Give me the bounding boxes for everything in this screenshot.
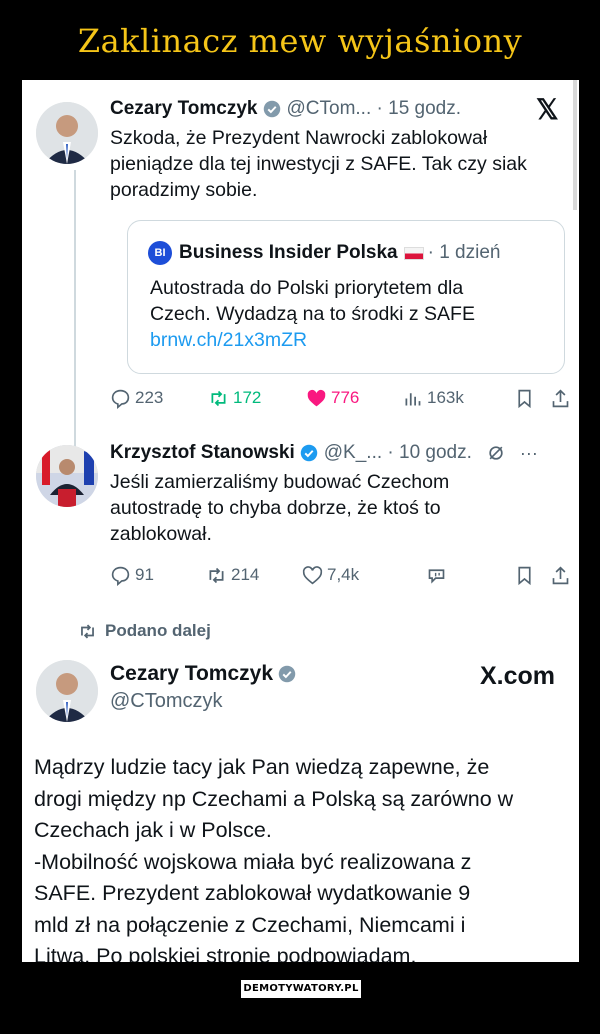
tweet-actions: 91 214 7,4k bbox=[110, 560, 570, 590]
bookmark-icon bbox=[518, 566, 531, 585]
more-options-icon[interactable]: ··· bbox=[520, 443, 538, 464]
views-icon bbox=[405, 392, 421, 405]
like-button[interactable]: 776 bbox=[306, 383, 359, 413]
share-button[interactable] bbox=[550, 383, 571, 413]
quote-text: Autostrada do Polski priorytetem dla Cze… bbox=[150, 277, 475, 353]
bookmark-button[interactable] bbox=[514, 560, 535, 590]
page-title: Zaklinacz mew wyjaśniony bbox=[77, 22, 523, 60]
quote-link[interactable]: brnw.ch/21x3mZR bbox=[150, 327, 475, 353]
reply-icon bbox=[111, 389, 130, 409]
avatar[interactable] bbox=[36, 445, 98, 507]
quoted-tweet[interactable]: BI Business Insider Polska · 1 dzień Aut… bbox=[127, 220, 565, 374]
x-com-logo: X.com bbox=[479, 662, 555, 690]
tweet-body: Mądrzy ludzie tacy jak Pan wiedzą zapewn… bbox=[34, 755, 514, 962]
quote-age: · 1 dzień bbox=[427, 242, 501, 263]
tweet-header: Cezary Tomczyk @CTom... · 15 godz. bbox=[110, 98, 461, 120]
heart-icon bbox=[302, 565, 323, 584]
share-icon bbox=[552, 565, 569, 584]
verified-badge-icon bbox=[278, 665, 296, 683]
heart-filled-icon bbox=[307, 389, 326, 406]
share-button[interactable] bbox=[550, 560, 571, 590]
tweet-header: Krzysztof Stanowski @K_... · 10 godz. ··… bbox=[110, 442, 538, 464]
author-name[interactable]: Cezary Tomczyk bbox=[110, 98, 258, 120]
watermark: DEMOTYWATORY.PL bbox=[241, 980, 361, 998]
x-logo-icon: 𝕏 bbox=[536, 94, 559, 125]
repost-icon bbox=[209, 567, 224, 583]
verified-badge-icon bbox=[300, 444, 318, 462]
business-insider-logo-icon: BI bbox=[148, 241, 172, 265]
author-handle[interactable]: @K_... · 10 godz. bbox=[324, 442, 472, 464]
like-button[interactable]: 7,4k bbox=[302, 560, 359, 590]
share-icon bbox=[552, 388, 569, 407]
author-handle[interactable]: @CTomczyk bbox=[110, 690, 223, 713]
verified-badge-icon bbox=[263, 100, 280, 118]
reply-button[interactable]: 223 bbox=[110, 383, 163, 413]
grok-icon bbox=[428, 568, 445, 584]
repost-indicator: Podano dalej bbox=[78, 621, 211, 641]
author-handle[interactable]: @CTom... · 15 godz. bbox=[287, 98, 462, 120]
grok-button[interactable] bbox=[426, 560, 447, 590]
avatar[interactable] bbox=[36, 102, 98, 164]
reply-icon bbox=[111, 566, 130, 586]
tweet-text: Szkoda, że Prezydent Nawrocki zablokował… bbox=[110, 127, 527, 201]
tweet-actions: 223 172 776 163k bbox=[110, 383, 570, 413]
quote-source[interactable]: Business Insider Polska bbox=[179, 242, 398, 264]
poland-flag-icon bbox=[403, 246, 424, 260]
thread-line bbox=[74, 170, 76, 482]
author-name[interactable]: Krzysztof Stanowski bbox=[110, 442, 295, 464]
reply-button[interactable]: 91 bbox=[110, 560, 154, 590]
repost-icon bbox=[81, 624, 94, 638]
tweet-text: Jeśli zamierzaliśmy budować Czechom auto… bbox=[110, 471, 450, 545]
repost-icon bbox=[211, 390, 226, 406]
author-name[interactable]: Cezary Tomczyk bbox=[110, 662, 273, 686]
repost-button[interactable]: 172 bbox=[208, 383, 261, 413]
tweet-header: Cezary Tomczyk bbox=[110, 662, 302, 686]
avatar[interactable] bbox=[36, 660, 98, 722]
muted-circle-icon bbox=[489, 446, 503, 460]
bookmark-button[interactable] bbox=[514, 383, 535, 413]
repost-button[interactable]: 214 bbox=[206, 560, 259, 590]
screenshot-card: Cezary Tomczyk @CTom... · 15 godz. 𝕏 Szk… bbox=[22, 80, 579, 962]
views-button[interactable]: 163k bbox=[402, 383, 464, 413]
bookmark-icon bbox=[518, 389, 531, 408]
